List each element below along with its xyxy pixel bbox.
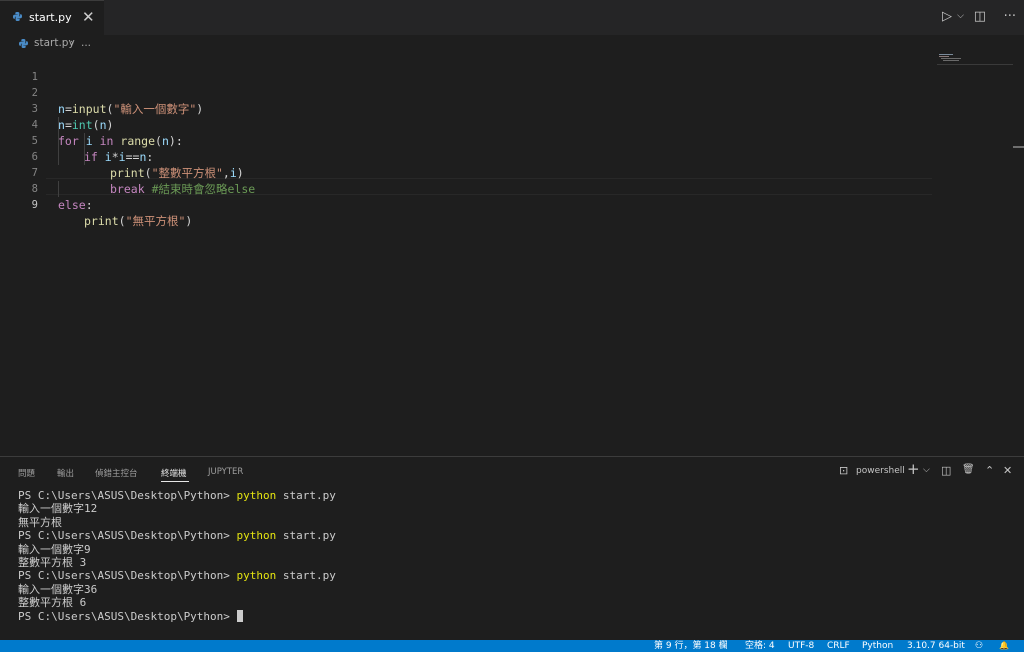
scrollbar-cursor-marker [1013, 146, 1024, 148]
terminal-shell-name[interactable]: powershell [856, 466, 905, 476]
line-number: 9 [31, 199, 38, 211]
python-file-icon [13, 12, 22, 21]
code-line: 8 else: [0, 165, 1000, 212]
tab-jupyter[interactable]: JUPYTER [208, 467, 243, 477]
terminal-line: 整數平方根 3 [18, 556, 87, 570]
encoding[interactable]: UTF-8 [788, 640, 814, 652]
minimap-ruler [937, 64, 1013, 65]
terminal-line: PS C:\Users\ASUS\Desktop\Python> python … [18, 489, 336, 502]
code-line: 2 n=input("輸入一個數字") [0, 69, 1000, 116]
tab-problems[interactable]: 問題 [18, 467, 35, 479]
terminal-line: PS C:\Users\ASUS\Desktop\Python> python … [18, 529, 336, 543]
maximize-panel-icon[interactable]: ⌃ [985, 464, 994, 477]
language-mode[interactable]: Python [862, 640, 893, 652]
code-line: 3 n=int(n) [0, 85, 1000, 132]
terminal-output[interactable]: PS C:\Users\ASUS\Desktop\Python> python … [18, 489, 336, 623]
code-line: 5 if i*i==n: [0, 117, 1000, 164]
terminal-cursor [236, 609, 243, 622]
cursor-position[interactable]: 第 9 行，第 18 欄 [654, 640, 728, 652]
active-tab-indicator [161, 481, 189, 482]
bottom-panel: 問題 輸出 偵錯主控台 終端機 JUPYTER ⊡ powershell + ⌵… [0, 456, 1024, 640]
code-line: 7 break #結束時會忽略else [0, 149, 1000, 196]
terminal-line: 輸入一個數字36 [18, 582, 98, 596]
trash-icon[interactable]: 🗑 [962, 464, 975, 475]
new-terminal-icon[interactable]: + [907, 460, 920, 478]
tab-bar: start.py ✕ ▷ ⌵ ◫ ··· [0, 0, 1024, 35]
terminal-dropdown-chevron-icon[interactable]: ⌵ [923, 465, 930, 475]
indentation[interactable]: 空格: 4 [745, 640, 775, 652]
code-line: 6 print("整數平方根",i) [0, 133, 1000, 180]
terminal-line: PS C:\Users\ASUS\Desktop\Python> [18, 609, 336, 623]
more-actions-icon[interactable]: ··· [1004, 9, 1016, 24]
breadcrumb-separator: › [70, 37, 75, 49]
breadcrumb-file[interactable]: start.py [34, 37, 75, 49]
tab-start-py[interactable]: start.py ✕ [0, 0, 104, 35]
code-text: print("無平方根") [84, 214, 193, 228]
split-editor-icon[interactable]: ◫ [974, 9, 986, 24]
terminal-line: 無平方根 [18, 515, 62, 529]
code-editor[interactable]: 1 2 n=input("輸入一個數字") 3 n=int(n) 4 for i… [0, 53, 1024, 456]
breadcrumb: start.py › ... [0, 35, 1024, 53]
terminal-line: PS C:\Users\ASUS\Desktop\Python> python … [18, 569, 336, 583]
tab-label: start.py [29, 11, 72, 24]
split-terminal-icon[interactable]: ◫ [941, 464, 951, 477]
tab-terminal[interactable]: 終端機 [161, 467, 187, 479]
bell-icon[interactable]: 🔔 [999, 640, 1009, 652]
code-text: else: [58, 198, 93, 212]
code-line: 4 for i in range(n): [0, 101, 1000, 148]
terminal-line: 輸入一個數字12 [18, 502, 98, 516]
python-interpreter[interactable]: 3.10.7 64-bit [907, 640, 965, 652]
breadcrumb-symbols[interactable]: ... [81, 37, 91, 49]
code-line: 9 print("無平方根") [0, 181, 1000, 228]
tab-debug-console[interactable]: 偵錯主控台 [95, 467, 138, 479]
run-menu-chevron-icon[interactable]: ⌵ [957, 11, 964, 21]
run-icon[interactable]: ▷ [942, 9, 952, 24]
line-ending[interactable]: CRLF [827, 640, 850, 652]
code-line: 1 [0, 53, 1000, 83]
status-bar: 第 9 行，第 18 欄 空格: 4 UTF-8 CRLF Python 3.1… [0, 640, 1024, 652]
close-panel-icon[interactable]: ✕ [1003, 464, 1012, 477]
close-tab-icon[interactable]: ✕ [82, 8, 95, 26]
tab-output[interactable]: 輸出 [57, 467, 74, 479]
account-icon[interactable]: ⚇ [975, 640, 983, 652]
terminal-line: 整數平方根 6 [18, 596, 87, 610]
python-file-icon [19, 39, 28, 48]
terminal-shell-icon: ⊡ [839, 464, 849, 477]
terminal-line: 輸入一個數字9 [18, 542, 91, 556]
